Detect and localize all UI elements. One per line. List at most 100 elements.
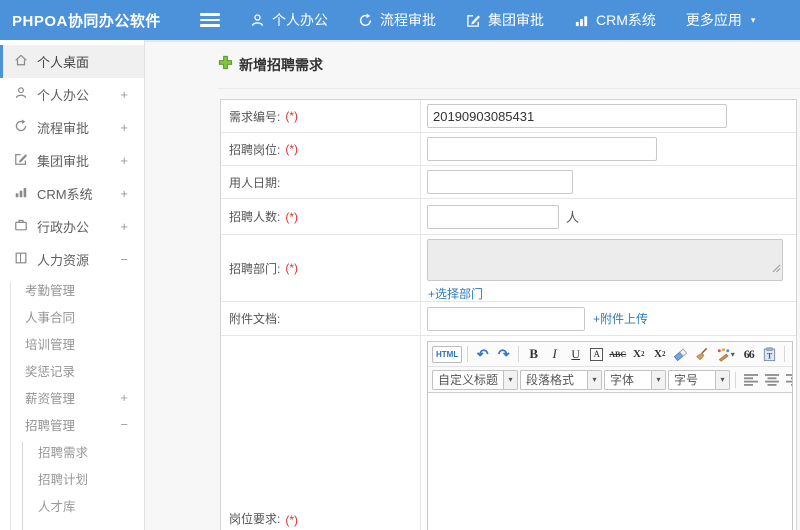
app-logo: PHPOA协同办公软件 bbox=[12, 12, 161, 30]
sidebar-item-personal-desktop[interactable]: 个人桌面 bbox=[0, 45, 144, 78]
sidebar-item-hr-contract[interactable]: 人事合同 bbox=[0, 303, 144, 330]
align-center-icon[interactable] bbox=[762, 370, 781, 389]
sidebar-item-label: 集团审批 bbox=[37, 154, 90, 169]
subscript-button[interactable]: X2 bbox=[650, 345, 669, 364]
required-mark: (*) bbox=[285, 142, 299, 156]
nav-personal-office[interactable]: 个人办公 bbox=[250, 10, 328, 30]
user-icon bbox=[14, 86, 28, 103]
position-input[interactable] bbox=[427, 137, 657, 161]
italic-button[interactable]: I bbox=[545, 345, 564, 364]
editor-content-area[interactable] bbox=[428, 393, 792, 530]
nav-label: 更多应用 bbox=[685, 12, 742, 28]
custom-title-dropdown[interactable]: 自定义标题 ▾ bbox=[432, 369, 518, 390]
sidebar-item-reward-punishment[interactable]: 奖惩记录 bbox=[0, 357, 144, 384]
required-mark: (*) bbox=[285, 109, 299, 123]
user-icon bbox=[250, 13, 265, 28]
collapse-minus-icon[interactable]: − bbox=[120, 417, 128, 432]
sidebar-item-label: 奖惩记录 bbox=[25, 365, 76, 379]
format-color-icon[interactable]: ▾ bbox=[713, 345, 737, 364]
sidebar-item-label: 人才库 bbox=[38, 500, 76, 514]
sidebar-item-training-mgmt[interactable]: 培训管理 bbox=[0, 330, 144, 357]
headcount-unit: 人 bbox=[566, 210, 580, 225]
undo-icon[interactable]: ↶ bbox=[473, 345, 492, 364]
align-right-icon[interactable] bbox=[783, 370, 792, 389]
bar-chart-icon bbox=[574, 13, 589, 28]
html-source-button[interactable]: HTML bbox=[432, 345, 463, 363]
nav-group-approval[interactable]: 集团审批 bbox=[466, 10, 544, 30]
expand-plus-icon[interactable]: + bbox=[120, 120, 128, 135]
nav-workflow-approval[interactable]: 流程审批 bbox=[358, 10, 436, 30]
sidebar-item-attendance-mgmt[interactable]: 考勤管理 bbox=[0, 276, 144, 303]
sidebar-item-talent-pool[interactable]: 人才库 bbox=[0, 492, 144, 519]
demand-no-input[interactable] bbox=[427, 104, 727, 128]
form-row-hire-date: 用人日期: bbox=[221, 166, 796, 199]
required-mark: (*) bbox=[285, 209, 299, 224]
editor-toolbar-row-2: 自定义标题 ▾ 段落格式 ▾ 字体 ▾ 字号 ▾ bbox=[428, 367, 792, 393]
home-icon bbox=[14, 53, 28, 70]
strikethrough-button[interactable]: ABC bbox=[608, 345, 627, 364]
sidebar-item-label: 招聘需求 bbox=[38, 446, 89, 460]
redo-icon[interactable]: ↷ bbox=[494, 345, 513, 364]
page-title: 新增招聘需求 bbox=[218, 55, 323, 75]
caret-down-icon: ▾ bbox=[508, 375, 513, 384]
toolbar-separator bbox=[735, 371, 736, 388]
sidebar-item-recruit-demand[interactable]: 招聘需求 bbox=[0, 438, 144, 465]
nav-more-apps[interactable]: 更多应用 ▾ bbox=[686, 10, 756, 30]
hire-date-input[interactable] bbox=[427, 170, 573, 194]
nav-label: CRM系统 bbox=[596, 12, 656, 28]
sidebar-item-label: 培训管理 bbox=[25, 338, 76, 352]
field-label: 招聘人数: (*) bbox=[221, 199, 421, 234]
expand-plus-icon[interactable]: + bbox=[120, 153, 128, 168]
bar-chart-icon bbox=[14, 185, 28, 202]
sidebar-item-recruit-plan[interactable]: 招聘计划 bbox=[0, 465, 144, 492]
sidebar-item-personal-office[interactable]: 个人办公 + bbox=[0, 78, 144, 111]
collapse-minus-icon[interactable]: − bbox=[120, 252, 128, 267]
expand-plus-icon[interactable]: + bbox=[120, 87, 128, 102]
sidebar-item-human-resources[interactable]: 人力资源 − bbox=[0, 243, 144, 276]
sidebar-item-crm-system[interactable]: CRM系统 + bbox=[0, 177, 144, 210]
underline-button[interactable]: U bbox=[566, 345, 585, 364]
font-size-dropdown[interactable]: 字号 ▾ bbox=[668, 369, 730, 390]
paragraph-format-dropdown[interactable]: 段落格式 ▾ bbox=[520, 369, 602, 390]
label-text: 招聘岗位: bbox=[229, 142, 281, 157]
blockquote-button[interactable]: 66 bbox=[739, 345, 758, 364]
inline-style-button[interactable]: A bbox=[587, 345, 606, 364]
label-text: 附件文档: bbox=[229, 312, 281, 326]
expand-plus-icon[interactable]: + bbox=[120, 219, 128, 234]
sidebar-item-workflow-approval[interactable]: 流程审批 + bbox=[0, 111, 144, 144]
expand-plus-icon[interactable]: + bbox=[120, 390, 128, 405]
rich-text-editor: HTML ↶ ↷ B I U A ABC X2 X2 ▾ 66 T 自定义标题 … bbox=[427, 341, 793, 530]
superscript-button[interactable]: X2 bbox=[629, 345, 648, 364]
sidebar-item-salary-mgmt[interactable]: 薪资管理 + bbox=[0, 384, 144, 411]
format-brush-icon[interactable] bbox=[692, 345, 711, 364]
paste-text-icon[interactable]: T bbox=[760, 345, 779, 364]
sidebar-item-label: 招聘管理 bbox=[25, 419, 76, 433]
workflow-icon bbox=[358, 13, 373, 28]
align-left-icon[interactable] bbox=[741, 370, 760, 389]
caret-down-icon: ▾ bbox=[730, 349, 735, 359]
eraser-icon[interactable] bbox=[671, 345, 690, 364]
attachment-input[interactable] bbox=[427, 306, 585, 331]
select-department-link[interactable]: +选择部门 bbox=[428, 285, 483, 302]
label-text: 招聘部门: bbox=[229, 261, 281, 276]
sidebar-item-recruit-mgmt[interactable]: 招聘管理 − bbox=[0, 411, 144, 438]
headcount-input[interactable] bbox=[427, 204, 559, 229]
sidebar-item-label: 考勤管理 bbox=[25, 284, 76, 298]
field-label: 岗位要求: (*) bbox=[221, 336, 421, 530]
bold-button[interactable]: B bbox=[524, 345, 543, 364]
font-family-dropdown[interactable]: 字体 ▾ bbox=[604, 369, 666, 390]
attachment-upload-link[interactable]: +附件上传 bbox=[593, 310, 648, 327]
recruitment-form: 需求编号: (*) 招聘岗位: (*) 用人日期: bbox=[220, 99, 797, 530]
nav-label: 流程审批 bbox=[380, 12, 436, 28]
department-textarea[interactable] bbox=[427, 238, 783, 281]
sidebar-item-label: 个人桌面 bbox=[37, 55, 90, 70]
sidebar-item-admin-office[interactable]: 行政办公 + bbox=[0, 210, 144, 243]
menu-toggle-icon[interactable] bbox=[200, 13, 220, 27]
nav-crm-system[interactable]: CRM系统 bbox=[574, 10, 656, 30]
toolbar-separator bbox=[518, 346, 520, 362]
sidebar-item-group-approval[interactable]: 集团审批 + bbox=[0, 144, 144, 177]
font-color-button[interactable]: A▾ bbox=[790, 345, 792, 364]
toolbar-separator bbox=[467, 346, 469, 362]
form-row-position: 招聘岗位: (*) bbox=[221, 133, 796, 166]
expand-plus-icon[interactable]: + bbox=[120, 186, 128, 201]
